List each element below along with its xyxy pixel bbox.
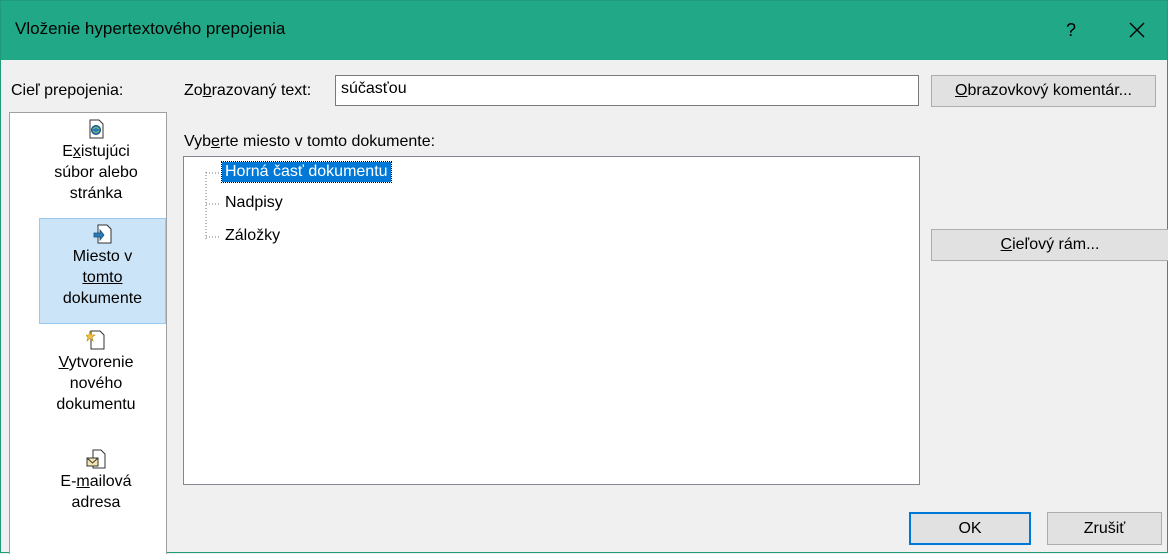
sidebar-item-label: dokumentu bbox=[56, 396, 136, 413]
sidebar-item-label: nového bbox=[69, 375, 123, 392]
sidebar-item-label: tomto bbox=[82, 269, 123, 286]
display-text-label: Zobrazovaný text: bbox=[184, 82, 312, 99]
tree-node-bookmarks[interactable]: Záložky bbox=[222, 226, 283, 246]
ok-button[interactable]: OK bbox=[909, 512, 1031, 545]
sidebar-item-new-document[interactable]: Vytvorenie nového dokumentu bbox=[31, 330, 161, 428]
existing-file-icon bbox=[89, 119, 104, 139]
place-in-document-icon bbox=[93, 224, 111, 244]
close-icon bbox=[1129, 22, 1145, 38]
close-button[interactable] bbox=[1115, 13, 1159, 47]
link-to-label: Cieľ prepojenia: bbox=[11, 82, 124, 99]
sidebar-item-label: Existujúci bbox=[62, 143, 130, 160]
sidebar-item-label: Miesto v bbox=[72, 248, 133, 265]
sidebar-item-email-address[interactable]: E-mailová adresa bbox=[31, 449, 161, 529]
email-address-icon bbox=[86, 449, 106, 469]
sidebar-item-label: stránka bbox=[69, 185, 123, 202]
insert-hyperlink-dialog: Vloženie hypertextového prepojenia ? Cie… bbox=[0, 0, 1168, 554]
new-document-icon bbox=[86, 330, 105, 350]
tree-node-top-of-document[interactable]: Horná časť dokumentu bbox=[221, 161, 392, 183]
screentip-button[interactable]: Obrazovkový komentár... bbox=[931, 75, 1156, 107]
document-places-tree[interactable]: Horná časť dokumentu Nadpisy Záložky bbox=[183, 156, 920, 485]
display-text-input[interactable]: súčasťou bbox=[335, 75, 919, 106]
title-bar: Vloženie hypertextového prepojenia ? bbox=[1, 1, 1167, 60]
target-frame-button[interactable]: Cieľový rám... bbox=[931, 229, 1168, 261]
sidebar-item-label: Vytvorenie bbox=[58, 354, 134, 371]
tree-node-headings[interactable]: Nadpisy bbox=[222, 193, 286, 213]
sidebar-item-label: dokumente bbox=[62, 290, 143, 307]
select-place-label: Vyberte miesto v tomto dokumente: bbox=[184, 133, 436, 150]
help-button[interactable]: ? bbox=[1051, 15, 1091, 45]
cancel-button[interactable]: Zrušiť bbox=[1047, 512, 1162, 545]
sidebar-item-label: E-mailová bbox=[60, 473, 132, 490]
sidebar-item-existing-file[interactable]: Existujúci súbor alebo stránka bbox=[31, 119, 161, 217]
sidebar-item-label: súbor alebo bbox=[54, 164, 138, 181]
window-title: Vloženie hypertextového prepojenia bbox=[15, 19, 286, 38]
sidebar-item-label: adresa bbox=[71, 494, 121, 511]
sidebar-item-place-in-document[interactable]: Miesto v tomto dokumente bbox=[39, 218, 166, 324]
